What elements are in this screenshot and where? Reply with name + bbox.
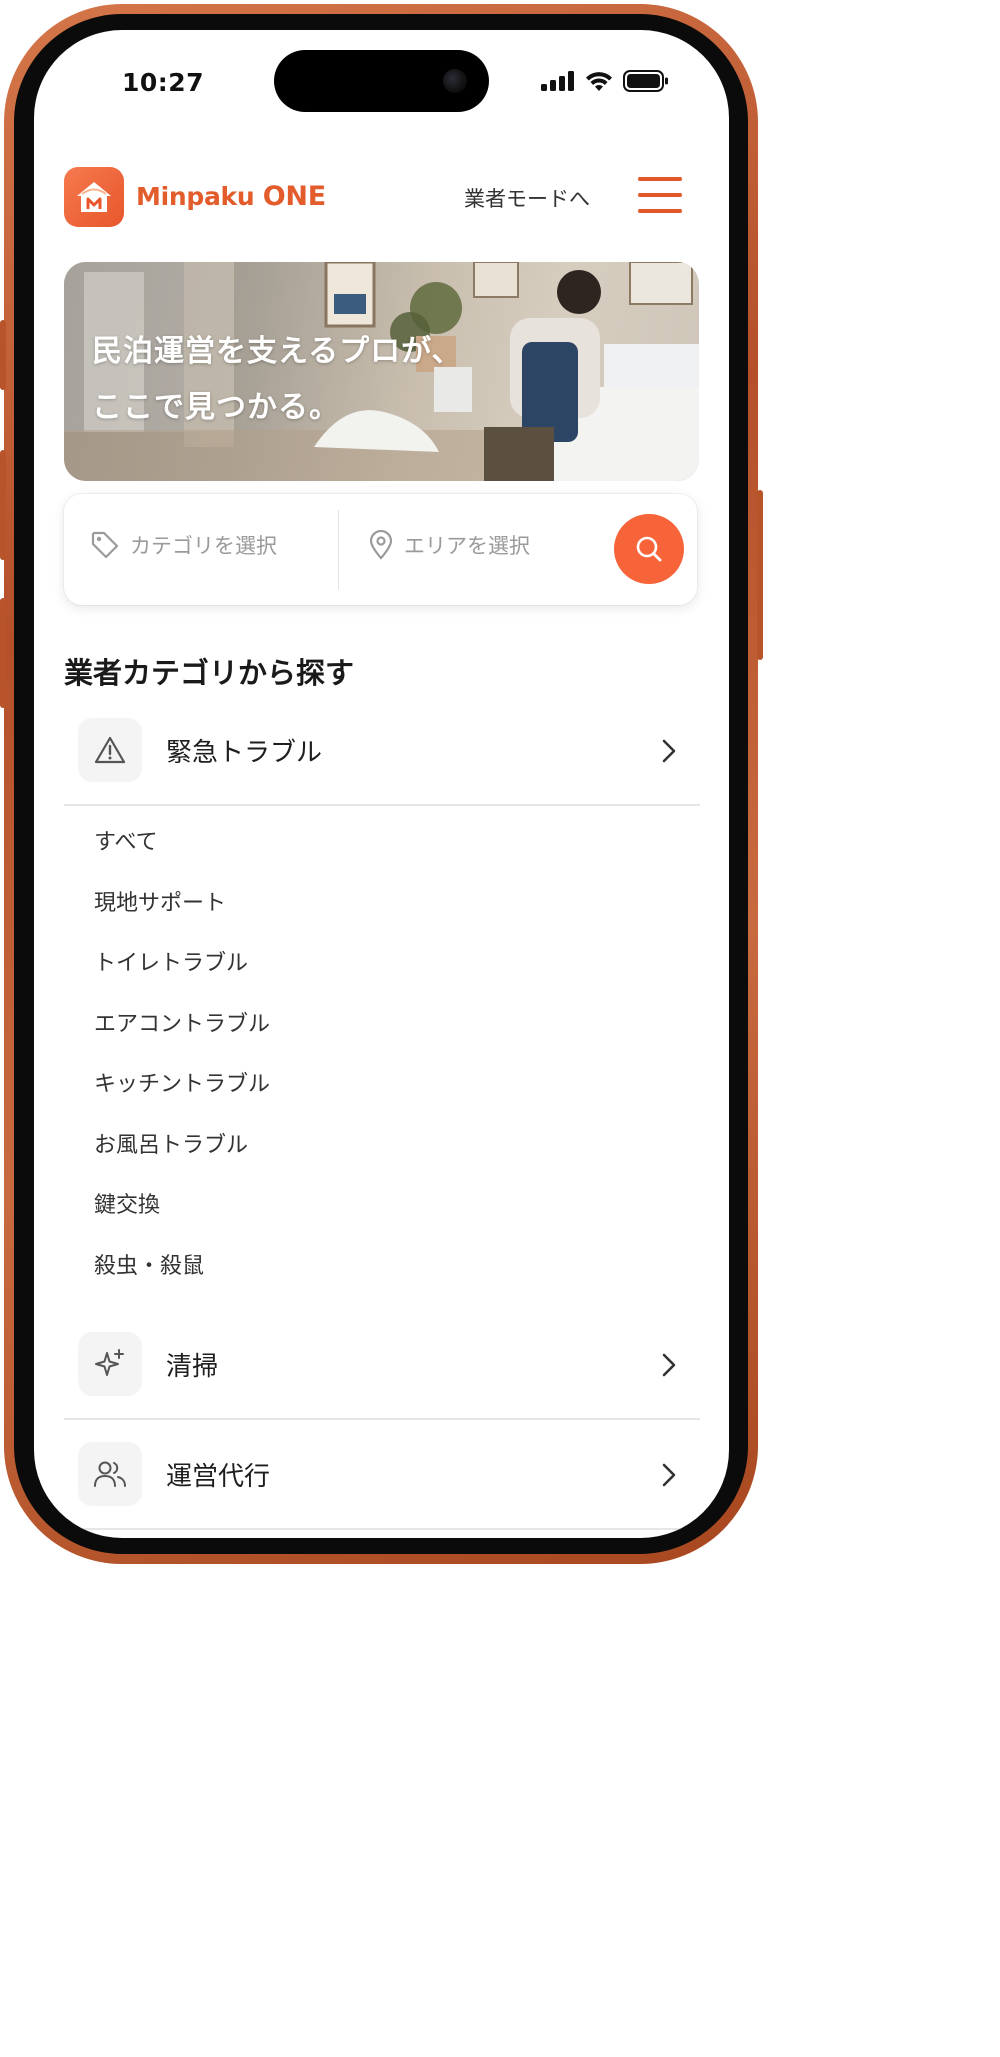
app-screen: 10:27 Minpaku ONE 業者モードへ 民泊運営を支えるプロが、 ここ… <box>34 30 729 1538</box>
dynamic-island <box>274 50 489 112</box>
map-pin-icon <box>369 530 393 560</box>
subcategory-item[interactable]: 殺虫・殺鼠 <box>94 1249 270 1310</box>
divider <box>64 1528 700 1530</box>
category-icon-box <box>78 1442 142 1506</box>
hero-headline-line2: ここで見つかる。 <box>92 390 340 425</box>
subcategory-item[interactable]: キッチントラブル <box>94 1067 270 1128</box>
subcategory-item[interactable]: 鍵交換 <box>94 1188 270 1249</box>
hero-banner: 民泊運営を支えるプロが、 ここで見つかる。 <box>64 262 699 481</box>
category-row-operation-agency[interactable]: 運営代行 <box>64 1434 699 1520</box>
category-label: 緊急トラブル <box>166 738 323 768</box>
warning-triangle-icon <box>94 736 126 764</box>
category-row-emergency[interactable]: 緊急トラブル <box>64 710 699 796</box>
side-button-power <box>757 490 763 660</box>
brand-name[interactable]: Minpaku ONE <box>136 181 326 212</box>
search-divider <box>338 510 339 590</box>
category-label: 運営代行 <box>166 1462 271 1492</box>
divider <box>64 1418 700 1420</box>
subcategory-item[interactable]: トイレトラブル <box>94 946 270 1007</box>
category-icon-box <box>78 718 142 782</box>
hero-headline-line1: 民泊運営を支えるプロが、 <box>92 334 463 369</box>
brand-name-part2: ONE <box>262 181 326 212</box>
area-select-placeholder: エリアを選択 <box>404 534 530 558</box>
chevron-right-icon <box>662 1463 676 1487</box>
vendor-mode-link[interactable]: 業者モードへ <box>464 183 590 213</box>
tag-icon <box>91 531 119 559</box>
users-icon <box>94 1461 126 1487</box>
search-button[interactable] <box>614 514 684 584</box>
subcategory-item[interactable]: お風呂トラブル <box>94 1128 270 1189</box>
sparkles-icon <box>95 1349 124 1376</box>
category-select-placeholder: カテゴリを選択 <box>130 534 277 558</box>
subcategory-item[interactable]: 現地サポート <box>94 886 270 947</box>
search-bar: カテゴリを選択 エリアを選択 <box>64 494 697 605</box>
status-icons <box>541 70 669 92</box>
category-row-cleaning[interactable]: 清掃 <box>64 1324 699 1410</box>
signal-icon <box>541 71 574 91</box>
divider <box>64 804 700 806</box>
app-header: Minpaku ONE 業者モードへ <box>64 167 694 229</box>
side-button-volume-down <box>0 598 6 708</box>
chevron-right-icon <box>662 1353 676 1377</box>
subcategory-item[interactable]: エアコントラブル <box>94 1007 270 1068</box>
hamburger-menu-button[interactable] <box>638 177 682 217</box>
subcategory-list: すべて 現地サポート トイレトラブル エアコントラブル キッチントラブル お風呂… <box>94 825 270 1309</box>
logo[interactable] <box>64 167 124 227</box>
side-button-volume-up <box>0 450 6 560</box>
side-button-action <box>0 320 6 390</box>
area-select[interactable]: エリアを選択 <box>368 530 530 560</box>
house-logo-icon <box>77 182 111 212</box>
hero-headline: 民泊運営を支えるプロが、 ここで見つかる。 <box>92 324 463 436</box>
category-icon-box <box>78 1332 142 1396</box>
subcategory-item[interactable]: すべて <box>94 825 270 886</box>
chevron-right-icon <box>662 739 676 763</box>
battery-icon <box>623 70 668 92</box>
search-icon <box>636 536 662 562</box>
brand-name-part1: Minpaku <box>136 182 255 211</box>
section-title: 業者カテゴリから探す <box>64 656 355 690</box>
category-select[interactable]: カテゴリを選択 <box>90 530 277 560</box>
status-time: 10:27 <box>122 68 205 97</box>
wifi-icon <box>586 72 612 91</box>
category-label: 清掃 <box>166 1352 219 1382</box>
